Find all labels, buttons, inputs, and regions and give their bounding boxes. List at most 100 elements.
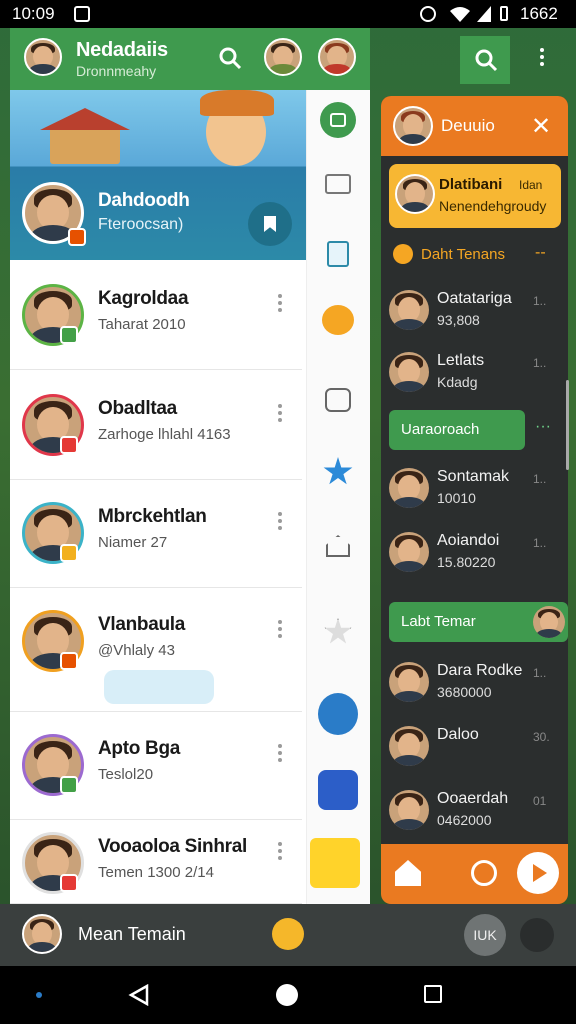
chat-row[interactable]: Obadltaa Zarhoge lhlahl 4163 <box>10 372 302 480</box>
panel-contact-name: Sontamak <box>437 468 510 485</box>
profile-avatar[interactable] <box>24 38 62 76</box>
round-label-button[interactable]: IUK <box>464 914 506 956</box>
play-icon <box>533 864 547 882</box>
user-avatar[interactable] <box>22 914 62 954</box>
chat-preview: Niamer 27 <box>98 534 168 551</box>
chat-preview: Temen 1300 2/14 <box>98 864 214 881</box>
panel-contact-row[interactable]: Letlats Kdadg 1.. <box>381 350 568 402</box>
note-icon[interactable] <box>310 838 360 888</box>
chat-row[interactable]: Vooaoloa Sinhral Temen 1300 2/14 <box>10 820 302 904</box>
panel-contact-preview: 15.80220 <box>437 554 496 570</box>
more-options-icon[interactable] <box>278 294 282 315</box>
panel-contact-preview: 3680000 <box>437 684 492 700</box>
panel-contact-row[interactable]: Dara Rodke 3680000 1.. <box>381 660 568 712</box>
banner-title: Dahdoodh <box>98 190 190 211</box>
section-pill[interactable]: Labt Temar <box>389 602 568 642</box>
home-button[interactable] <box>276 984 298 1006</box>
recents-icon[interactable] <box>424 985 442 1003</box>
chat-name: Vooaoloa Sinhral <box>98 836 247 857</box>
back-icon[interactable] <box>128 984 150 1006</box>
user-name: Mean Temain <box>78 924 186 944</box>
panel-contact-count: 1.. <box>533 472 547 486</box>
document-icon[interactable] <box>318 234 358 274</box>
more-options-icon[interactable] <box>278 404 282 425</box>
home-icon[interactable] <box>395 860 421 886</box>
featured-contact-card[interactable]: Dlatibani Idan Nenendehgroudy <box>389 164 561 228</box>
puzzle-icon[interactable] <box>318 380 358 420</box>
panel-contact-name: Aoiandoi <box>437 532 500 549</box>
star-badge-icon[interactable] <box>318 452 358 492</box>
panel-contact-name: Ooaerdah <box>437 790 509 807</box>
panel-contact-preview: 0462000 <box>437 812 492 828</box>
chat-row[interactable]: Mbrckehtlan Niamer 27 <box>10 480 302 588</box>
chat-row[interactable]: Apto Bga Teslol20 <box>10 712 302 820</box>
panel-contact-avatar <box>389 290 429 330</box>
chat-name: Apto Bga <box>98 738 181 759</box>
briefcase-icon[interactable] <box>318 164 358 204</box>
status-badge <box>60 874 78 892</box>
bookmark-button[interactable] <box>248 202 292 246</box>
shop-icon[interactable] <box>318 770 358 810</box>
reaction-chip[interactable] <box>104 670 214 704</box>
battery-icon <box>500 6 508 21</box>
bottom-bar: Mean Temain IUK <box>0 904 576 966</box>
panel-contact-row[interactable]: Ooaerdah 0462000 01 <box>381 788 568 840</box>
message-icon[interactable] <box>272 918 304 950</box>
contact-avatar[interactable] <box>318 38 356 76</box>
group-pill[interactable]: Uaraoroach <box>389 410 525 450</box>
app-subtitle: Dronnmeahy <box>76 63 157 79</box>
bookmark-icon <box>264 216 276 232</box>
more-options-icon[interactable] <box>278 620 282 641</box>
star-icon[interactable] <box>318 612 358 652</box>
chat-row[interactable]: Kagroldaa Taharat 2010 <box>10 262 302 370</box>
panel-contact-avatar <box>389 726 429 766</box>
group-avatar <box>533 606 565 638</box>
featured-name: Dlatibani <box>439 176 503 193</box>
panel-contact-row[interactable]: Sontamak 10010 1.. <box>381 466 568 518</box>
panel-avatar <box>393 106 433 146</box>
chat-name: Kagroldaa <box>98 288 189 309</box>
emoji-icon[interactable] <box>318 300 358 340</box>
panel-contact-count: 1.. <box>533 294 547 308</box>
panel-search-button[interactable] <box>460 36 510 84</box>
contact-avatar[interactable] <box>264 38 302 76</box>
chat-icon[interactable] <box>318 100 358 140</box>
panel-contact-row[interactable]: Daloo 30. <box>381 724 568 776</box>
chat-name: Obadltaa <box>98 398 177 419</box>
chat-preview: Zarhoge lhlahl 4163 <box>98 426 231 443</box>
group-pill-label: Uaraoroach <box>401 421 480 438</box>
more-options-icon[interactable] <box>278 744 282 765</box>
panel-contact-avatar <box>389 468 429 508</box>
close-icon[interactable]: ✕ <box>531 112 551 141</box>
chat-preview: Teslol20 <box>98 766 154 783</box>
panel-contact-count: 1.. <box>533 666 547 680</box>
battery-level: 1662 <box>520 4 558 23</box>
panel-contact-row[interactable]: Aoiandoi 15.80220 1.. <box>381 530 568 582</box>
more-options-icon[interactable] <box>278 842 282 863</box>
status-bar: 10:09 1662 <box>0 0 576 28</box>
home-icon[interactable] <box>318 526 358 566</box>
panel-contact-count: 30. <box>533 730 550 744</box>
more-icon[interactable]: ··· <box>535 418 551 436</box>
side-panel-header: Deuuio ✕ <box>381 96 568 156</box>
more-options-icon[interactable] <box>278 512 282 533</box>
screen-icon[interactable] <box>520 918 554 952</box>
featured-banner[interactable]: Dahdoodh Fteroocsan) <box>10 90 306 260</box>
compose-button[interactable] <box>318 693 358 735</box>
settings-icon[interactable] <box>471 860 497 886</box>
search-icon[interactable] <box>218 46 242 70</box>
status-badge <box>60 652 78 670</box>
section-more-icon[interactable]: -- <box>535 244 546 262</box>
panel-contact-preview: 93,808 <box>437 312 480 328</box>
indicator-dot <box>36 992 42 998</box>
smile-icon <box>393 244 413 264</box>
panel-contact-count: 1.. <box>533 356 547 370</box>
panel-contact-count: 1.. <box>533 536 547 550</box>
status-badge <box>60 776 78 794</box>
panel-contact-row[interactable]: Oatatariga 93,808 1.. <box>381 288 568 340</box>
status-badge <box>60 544 78 562</box>
status-badge <box>60 326 78 344</box>
panel-contact-avatar <box>389 662 429 702</box>
chat-preview: Taharat 2010 <box>98 316 186 333</box>
panel-header-label: Deuuio <box>441 116 495 135</box>
